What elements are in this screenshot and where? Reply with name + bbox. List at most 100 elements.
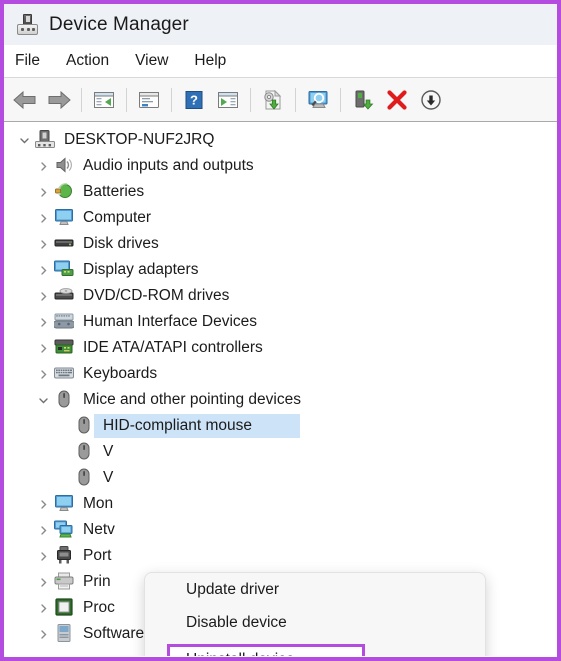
chevron-right-icon[interactable] [32,491,54,517]
back-arrow-icon[interactable] [8,85,42,115]
menu-view[interactable]: View [135,49,182,74]
show-hide-console-tree-icon[interactable] [87,85,121,115]
network-adapter-icon [54,519,76,541]
tree-item-label: Mon [83,495,114,512]
tree-item-mouse-2[interactable]: V [4,439,557,465]
tree-item-label: Audio inputs and outputs [83,157,254,174]
tree-item-computer[interactable]: Computer [4,205,557,231]
device-manager-window: Device Manager File Action View Help ? D… [0,0,561,661]
mouse-icon [74,415,96,437]
scan-hardware-changes-icon[interactable] [301,85,335,115]
printer-icon [54,571,76,593]
menu-bar: File Action View Help [4,45,557,78]
chevron-right-icon[interactable] [32,621,54,647]
keyboard-icon [54,363,76,385]
tree-item-ide-ata-atapi-controllers[interactable]: IDE ATA/ATAPI controllers [4,335,557,361]
tree-item-label: Proc [83,599,115,616]
enable-device-icon[interactable] [346,85,380,115]
context-menu[interactable]: Update driver Disable device Scan for ha… [144,572,486,656]
context-menu-item-update-driver[interactable]: Update driver [145,573,485,606]
chevron-right-icon[interactable] [32,543,54,569]
toolbar: ? [4,78,557,122]
tree-item-label: V [103,469,114,486]
mouse-icon [74,467,96,489]
disable-device-icon[interactable] [414,85,448,115]
ide-controller-icon [54,337,76,359]
tree-item-display-adapters[interactable]: Display adapters [4,257,557,283]
chevron-down-icon[interactable] [13,127,35,153]
chevron-right-icon[interactable] [32,335,54,361]
help-icon[interactable]: ? [177,85,211,115]
update-driver-icon[interactable] [256,85,290,115]
mouse-icon [54,389,76,411]
computer-root-icon [35,129,57,151]
chevron-right-icon[interactable] [32,257,54,283]
show-hide-action-pane-icon[interactable] [211,85,245,115]
title-bar: Device Manager [4,4,557,45]
toolbar-separator [250,87,251,112]
chevron-right-icon[interactable] [32,595,54,621]
tree-root-node[interactable]: DESKTOP-NUF2JRQ [4,127,557,153]
tree-item-label: Display adapters [83,261,199,278]
device-manager-icon [17,14,38,35]
tree-item-label: Disk drives [83,235,159,252]
context-menu-item-disable-device[interactable]: Disable device [145,606,485,639]
tree-item-monitors[interactable]: Mon [4,491,557,517]
disk-drive-icon [54,233,76,255]
tree-item-network-adapters[interactable]: Netv [4,517,557,543]
device-tree[interactable]: DESKTOP-NUF2JRQ Audio inputs and outputs [4,122,557,656]
tree-item-mouse-3[interactable]: V [4,465,557,491]
menu-file[interactable]: File [15,49,54,74]
tree-item-label: HID-compliant mouse [103,417,253,434]
chevron-right-icon[interactable] [32,361,54,387]
tree-item-keyboards[interactable]: Keyboards [4,361,557,387]
tree-item-label: DVD/CD-ROM drives [83,287,230,304]
processor-icon [54,597,76,619]
tree-item-label: Prin [83,573,111,590]
chevron-right-icon[interactable] [32,309,54,335]
tree-item-label: Batteries [83,183,145,200]
toolbar-separator [295,87,296,112]
tree-item-label: Port [83,547,112,564]
tree-item-human-interface-devices[interactable]: Human Interface Devices [4,309,557,335]
mouse-icon [74,441,96,463]
chevron-right-icon[interactable] [32,205,54,231]
chevron-right-icon[interactable] [32,179,54,205]
chevron-down-icon[interactable] [32,387,54,413]
chevron-right-icon[interactable] [32,569,54,595]
uninstall-device-highlight-box: Uninstall device [167,644,365,656]
chevron-right-icon[interactable] [32,283,54,309]
monitor-icon [54,207,76,229]
speaker-icon [54,155,76,177]
display-adapter-icon [54,259,76,281]
tree-item-mice-and-other-pointing-devices[interactable]: Mice and other pointing devices [4,387,557,413]
hid-icon [52,311,76,333]
tree-item-ports[interactable]: Port [4,543,557,569]
tree-item-dvd-cd-rom-drives[interactable]: DVD/CD-ROM drives [4,283,557,309]
tree-item-disk-drives[interactable]: Disk drives [4,231,557,257]
svg-text:?: ? [190,92,198,107]
toolbar-separator [340,87,341,112]
monitor-icon [54,493,76,515]
uninstall-device-label: Uninstall device [186,651,295,656]
tree-item-label: Mice and other pointing devices [83,391,301,408]
toolbar-separator [171,87,172,112]
toolbar-separator [81,87,82,112]
tree-item-label: IDE ATA/ATAPI controllers [83,339,263,356]
dvd-drive-icon [54,285,76,307]
forward-arrow-icon[interactable] [42,85,76,115]
chevron-right-icon[interactable] [32,153,54,179]
uninstall-device-icon[interactable] [380,85,414,115]
menu-help[interactable]: Help [194,49,240,74]
tree-root-label: DESKTOP-NUF2JRQ [64,131,215,148]
tree-item-label: Human Interface Devices [83,313,258,330]
tree-item-batteries[interactable]: Batteries [4,179,557,205]
chevron-right-icon[interactable] [32,231,54,257]
tree-item-label: Netv [83,521,115,538]
port-icon [54,545,76,567]
chevron-right-icon[interactable] [32,517,54,543]
tree-item-hid-compliant-mouse[interactable]: HID-compliant mouse [4,413,557,439]
tree-item-audio-inputs-and-outputs[interactable]: Audio inputs and outputs [4,153,557,179]
menu-action[interactable]: Action [66,49,123,74]
properties-icon[interactable] [132,85,166,115]
